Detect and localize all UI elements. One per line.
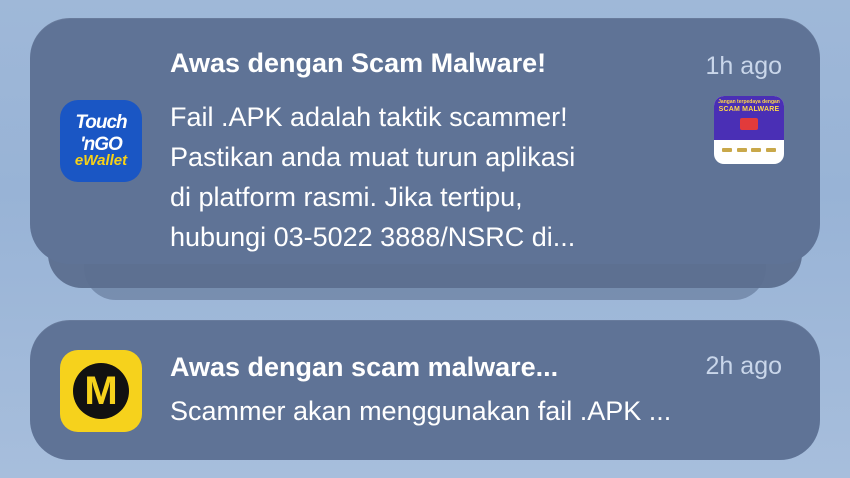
apk-badge-icon xyxy=(740,118,758,130)
m-app-icon: M xyxy=(60,350,142,432)
notification-body-line-3: di platform rasmi. Jika tertipu, xyxy=(170,182,523,212)
notification-title: Awas dengan Scam Malware! xyxy=(170,48,547,78)
thumbnail-label: SCAM MALWARE xyxy=(718,106,780,113)
notification-body-line-4: hubungi 03-5022 3888/NSRC di... xyxy=(170,222,576,252)
notification-body-line-2: Pastikan anda muat turun aplikasi xyxy=(170,142,576,172)
tng-icon-label-bottom: eWallet xyxy=(74,152,128,169)
notification-time: 2h ago xyxy=(705,352,782,380)
tng-icon-label-top: Touch 'nGO xyxy=(75,112,127,155)
thumbnail-subtext: Jangan terpedaya dengan xyxy=(718,99,780,105)
notification-card-m[interactable]: M Awas dengan scam malware... 2h ago Sca… xyxy=(30,320,820,460)
notification-body-line-1: Scammer akan menggunakan fail .APK ... xyxy=(170,396,672,426)
notification-title: Awas dengan scam malware... xyxy=(170,352,559,382)
m-icon-letter: M xyxy=(84,369,118,413)
notification-body-line-1: Fail .APK adalah taktik scammer! xyxy=(170,102,568,132)
notification-thumbnail-image[interactable]: Jangan terpedaya dengan SCAM MALWARE xyxy=(714,96,784,164)
notification-card-tng[interactable]: Touch 'nGO eWallet Awas dengan Scam Malw… xyxy=(30,18,820,264)
notification-time: 1h ago xyxy=(705,52,782,80)
partner-logos-icon xyxy=(722,148,776,154)
tng-ewallet-app-icon: Touch 'nGO eWallet xyxy=(60,100,142,182)
